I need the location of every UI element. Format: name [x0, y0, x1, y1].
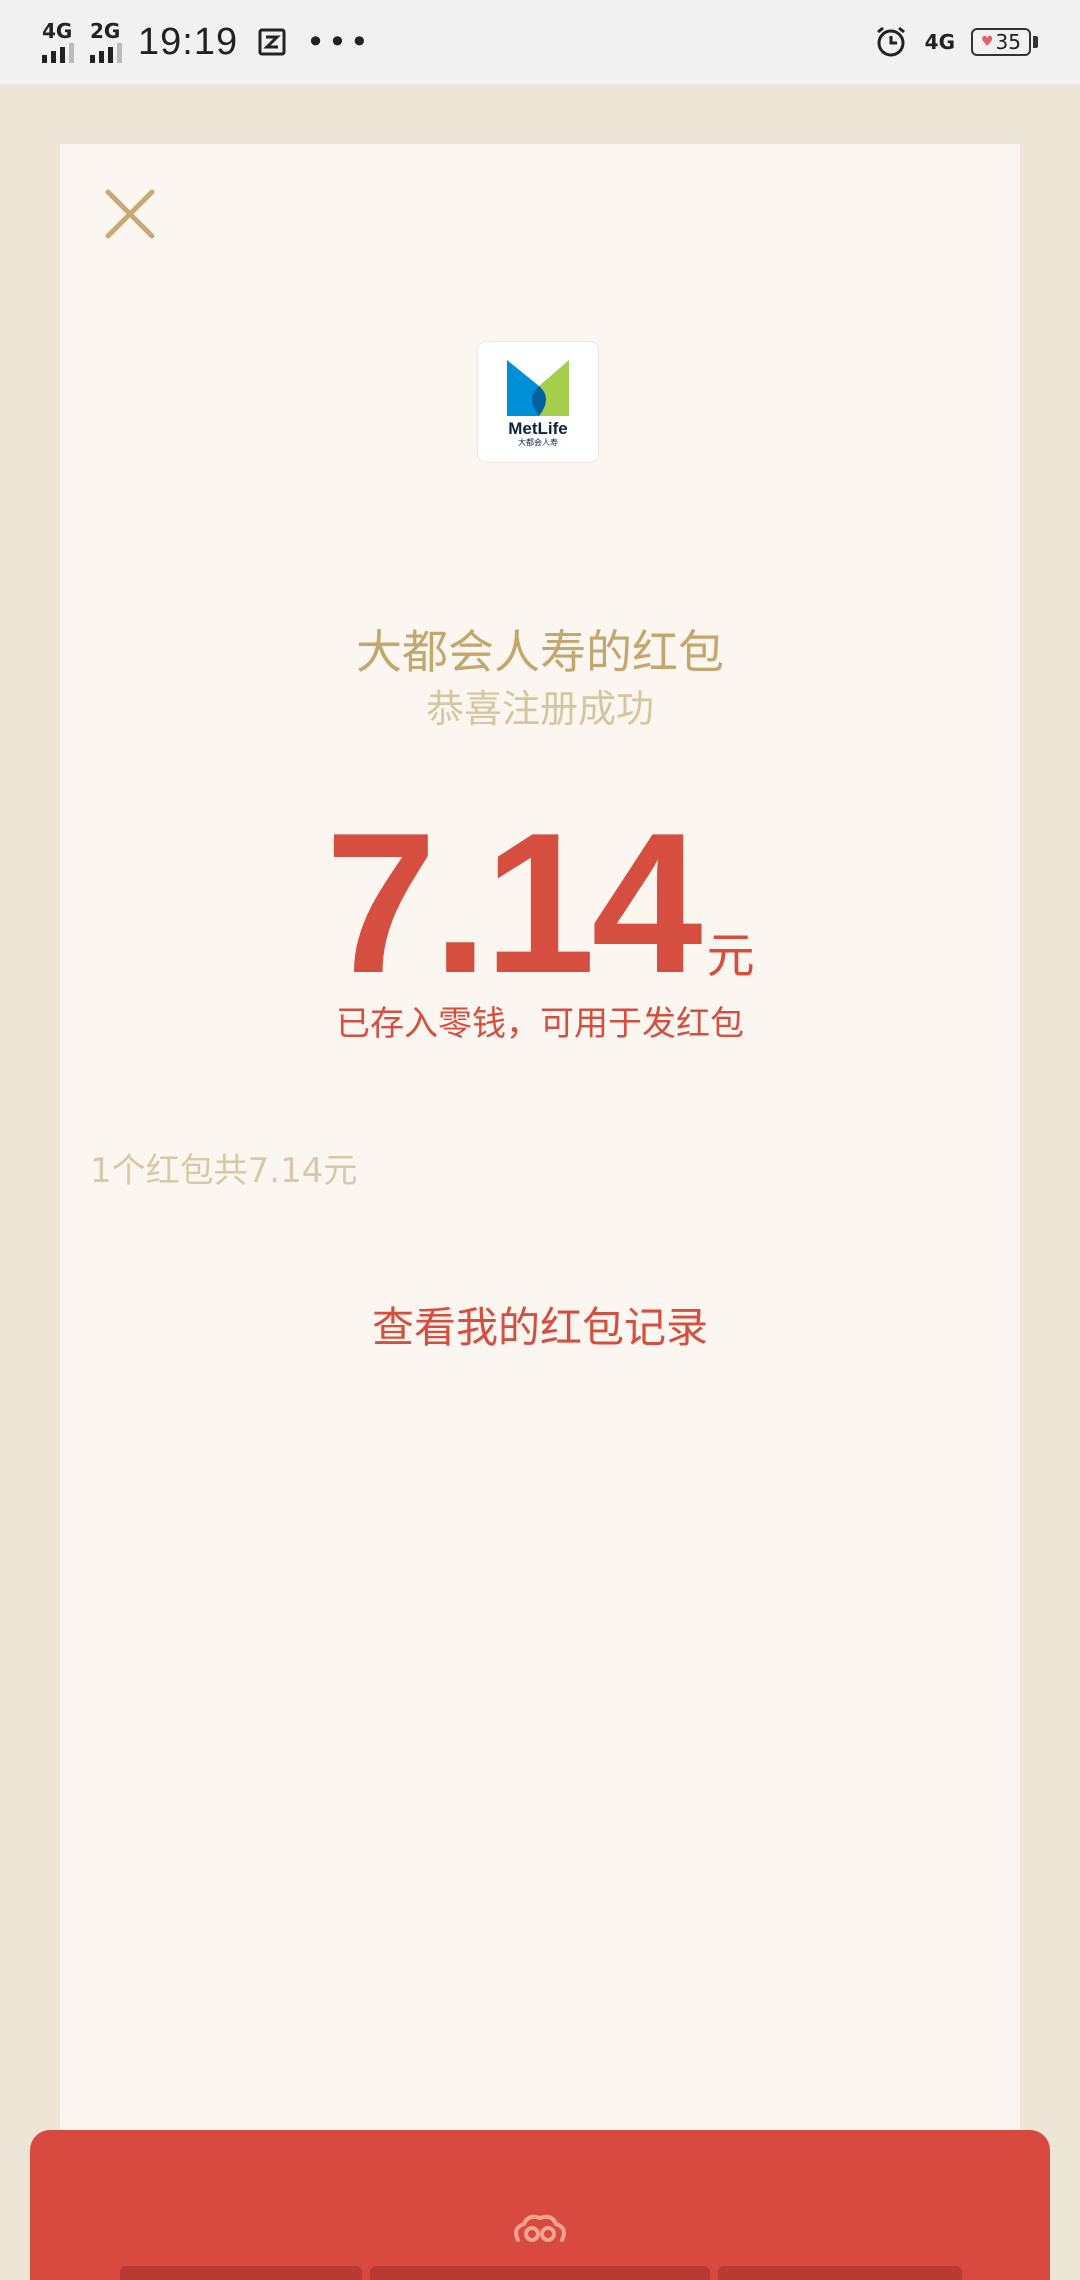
cloud-pattern-icon [514, 2214, 566, 2242]
battery-body: ♥ 35 [971, 28, 1031, 56]
metlife-logo-icon [507, 359, 569, 416]
amount-value: 7.14 [325, 792, 702, 1015]
sim-icon [254, 24, 290, 60]
signal-bars-icon [90, 43, 122, 63]
network-label-1: 4G [42, 19, 73, 43]
battery-level: 35 [995, 30, 1021, 54]
amount-row: 7.14 元 [60, 804, 1020, 1004]
bottom-tabs [120, 2266, 962, 2280]
bottom-tab [370, 2266, 710, 2280]
view-records-link[interactable]: 查看我的红包记录 [60, 1298, 1020, 1358]
battery-tip [1033, 36, 1038, 48]
signal-bars-icon [42, 43, 74, 63]
amount-unit: 元 [706, 928, 755, 984]
logo-brand: MetLife [508, 418, 568, 438]
heart-icon: ♥ [980, 34, 994, 50]
close-icon [105, 189, 155, 239]
bottom-tab [718, 2266, 962, 2280]
close-button[interactable] [100, 184, 160, 244]
packet-title: 大都会人寿的红包 [356, 625, 724, 679]
alarm-icon [873, 24, 909, 60]
battery-icon: ♥ 35 [971, 28, 1038, 56]
packet-summary: 1个红包共7.14元 [90, 1151, 358, 1191]
zigzag-edge [60, 2180, 1020, 2190]
network-label-2: 2G [90, 19, 121, 43]
envelope-bottom [30, 2130, 1050, 2280]
packet-subtitle: 恭喜注册成功 [425, 687, 654, 731]
network-label-right: 4G [924, 30, 955, 54]
red-packet-card: MetLife 大都会人寿 大都会人寿的红包 恭喜注册成功 7.14 元 已存入… [60, 144, 1020, 2184]
status-right: 4G ♥ 35 [873, 24, 1038, 60]
signal-4g: 4G [42, 18, 74, 66]
status-bar: 4G 2G 19:19 ••• 4G ♥ 35 [0, 0, 1080, 84]
metlife-logo: MetLife 大都会人寿 [478, 342, 598, 462]
status-left: 4G 2G 19:19 ••• [42, 18, 372, 66]
logo-subtext: 大都会人寿 [518, 437, 558, 447]
clock: 19:19 [138, 21, 239, 63]
more-dots-icon: ••• [306, 23, 372, 61]
bottom-tab [120, 2266, 362, 2280]
deposit-note: 已存入零钱，可用于发红包 [336, 1004, 744, 1044]
signal-2g: 2G [90, 18, 122, 66]
